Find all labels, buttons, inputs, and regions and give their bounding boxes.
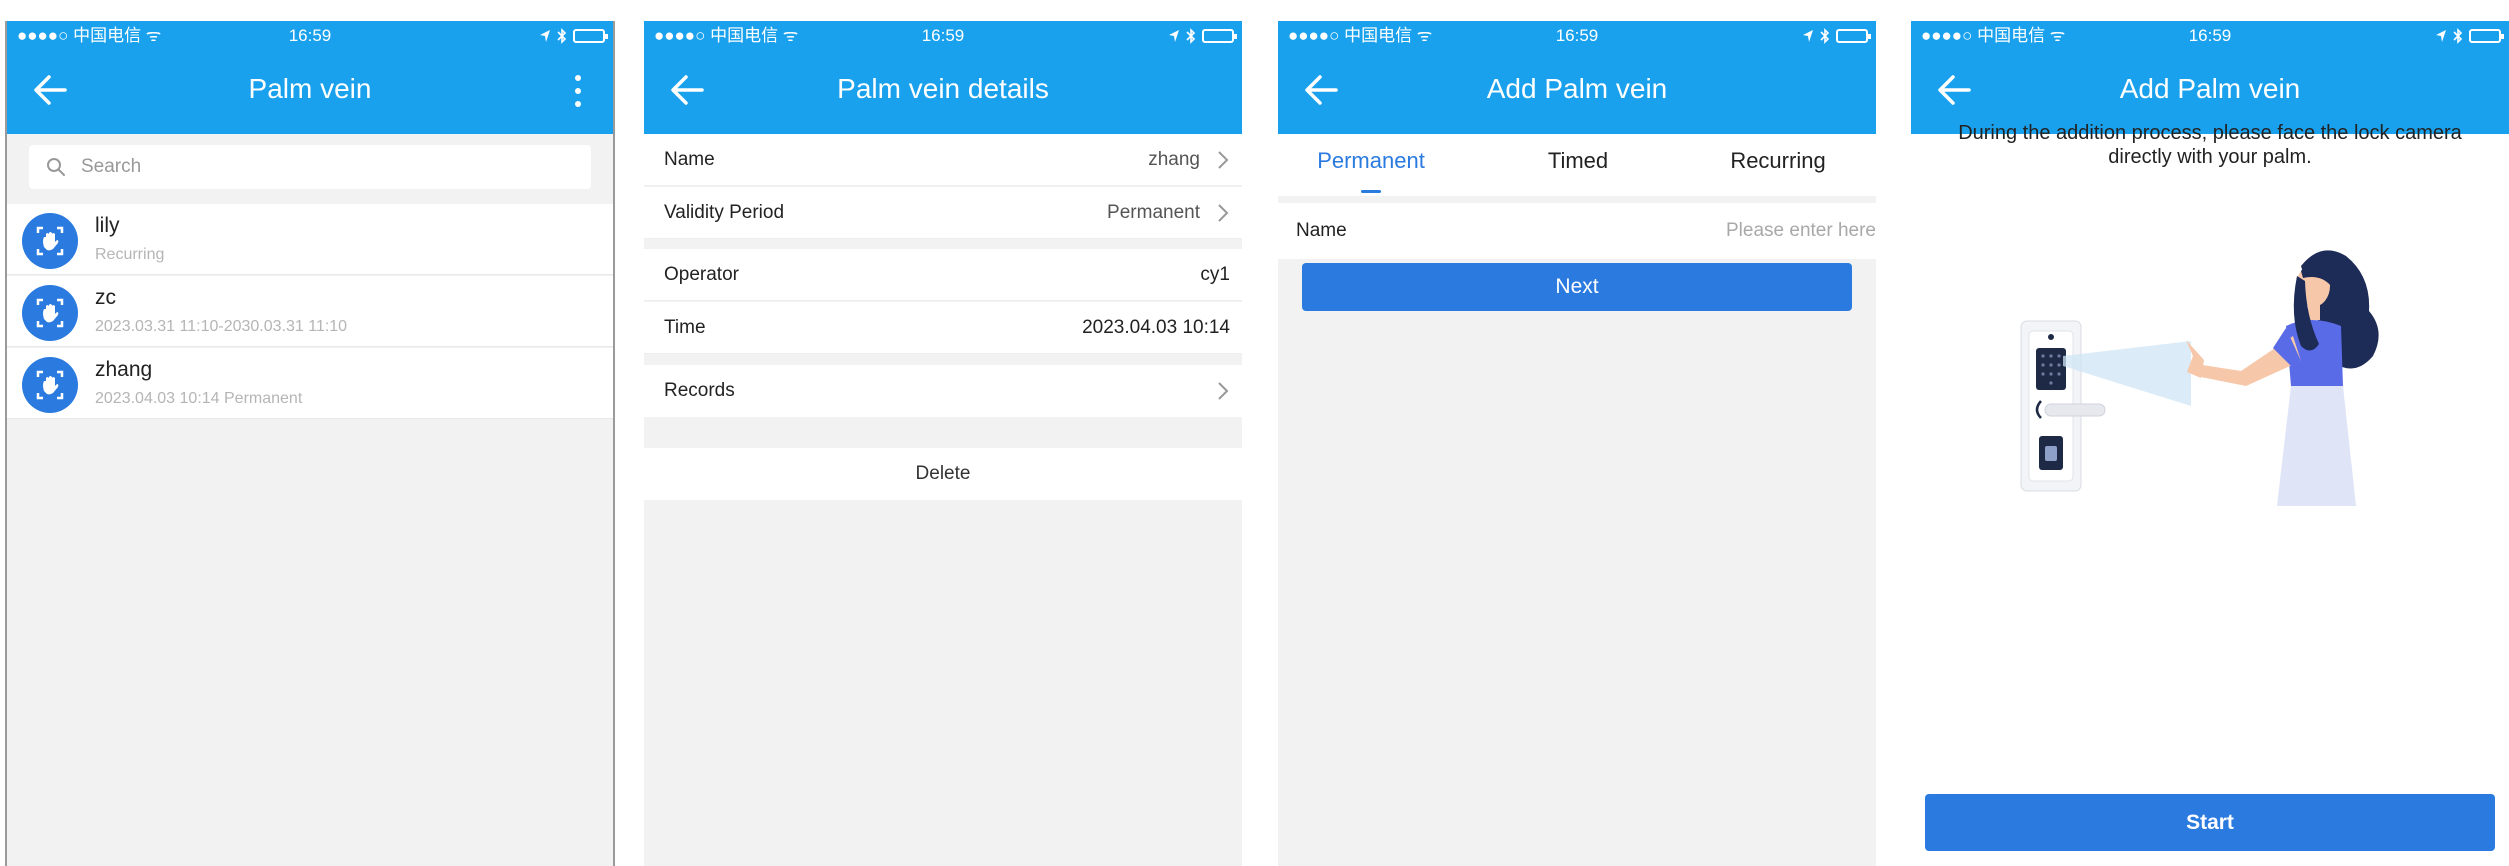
validity-tabs: Permanent Timed Recurring — [1278, 134, 1876, 196]
status-icons — [539, 21, 608, 50]
palm-scan-illustration — [2020, 250, 2379, 506]
nav-bar: Palm vein — [7, 50, 613, 134]
page-title: Add Palm vein — [2119, 73, 2301, 104]
name-label: Name — [1296, 220, 1347, 241]
tab-permanent[interactable]: Permanent — [1296, 134, 1446, 196]
page-title: Palm vein — [248, 73, 372, 104]
detail-row-time: Time 2023.04.03 10:14 — [644, 302, 1242, 354]
detail-row-records[interactable]: Records — [644, 365, 1242, 417]
battery-icon — [573, 28, 608, 43]
status-time: 16:59 — [2188, 26, 2232, 45]
battery-icon — [1836, 28, 1871, 43]
chevron-right-icon — [1218, 151, 1229, 169]
battery-icon — [1202, 28, 1237, 43]
bluetooth-icon — [1186, 27, 1196, 44]
location-icon — [1803, 29, 1813, 42]
chevron-right-icon — [1218, 204, 1229, 222]
palm-icon — [22, 357, 78, 413]
instruction-text: During the addition process, please face… — [1958, 122, 2462, 168]
row-value: zhang — [1148, 149, 1200, 170]
location-icon — [540, 29, 550, 42]
page-title: Palm vein details — [837, 73, 1049, 104]
list-item[interactable]: lily Recurring — [7, 204, 613, 275]
item-subtitle: 2023.04.03 10:14 Permanent — [95, 390, 303, 407]
list-item[interactable]: zhang 2023.04.03 10:14 Permanent — [7, 348, 613, 419]
tab-recurring[interactable]: Recurring — [1683, 134, 1873, 196]
name-row: Name — [1278, 203, 1876, 259]
status-bar: ●●●●○ 中国电信 ᯤ 16:59 — [1911, 21, 2509, 50]
battery-icon — [2469, 28, 2504, 43]
item-name: lily — [95, 214, 120, 237]
palm-vein-details-screen: ●●●●○ 中国电信 ᯤ 16:59 Palm vein details Nam… — [644, 21, 1242, 866]
nav-bar: Add Palm vein — [1278, 50, 1876, 134]
row-value: cy1 — [1200, 264, 1230, 285]
add-palm-vein-form-screen: ●●●●○ 中国电信 ᯤ 16:59 Add Palm vein Permane… — [1278, 21, 1876, 866]
search-input[interactable]: Search — [29, 145, 591, 189]
more-vertical-icon[interactable] — [573, 72, 583, 112]
add-palm-vein-start-screen: ●●●●○ 中国电信 ᯤ 16:59 Add Palm vein During … — [1911, 21, 2509, 866]
bluetooth-icon — [2453, 27, 2463, 44]
search-placeholder: Search — [81, 156, 142, 177]
row-label: Operator — [664, 264, 739, 285]
row-value: 2023.04.03 10:14 — [1082, 317, 1230, 338]
location-icon — [1169, 29, 1179, 42]
status-time: 16:59 — [1555, 26, 1599, 45]
row-label: Validity Period — [664, 202, 785, 223]
list-item[interactable]: zc 2023.03.31 11:10-2030.03.31 11:10 — [7, 276, 613, 347]
next-button[interactable]: Next — [1302, 263, 1852, 311]
status-bar: ●●●●○ 中国电信 ᯤ 16:59 — [7, 21, 613, 50]
item-name: zhang — [95, 358, 153, 381]
status-time: 16:59 — [288, 26, 332, 45]
status-time: 16:59 — [921, 26, 965, 45]
row-label: Records — [664, 380, 735, 401]
status-icons — [2435, 21, 2504, 50]
active-tab-indicator — [1361, 190, 1381, 193]
item-subtitle: Recurring — [95, 246, 165, 263]
search-icon — [47, 158, 65, 176]
page-title: Add Palm vein — [1486, 73, 1668, 104]
detail-row-name[interactable]: Name zhang — [644, 134, 1242, 186]
name-input[interactable] — [1516, 203, 1876, 259]
location-icon — [2436, 29, 2446, 42]
item-subtitle: 2023.03.31 11:10-2030.03.31 11:10 — [95, 318, 348, 335]
bluetooth-icon — [557, 27, 567, 44]
palm-icon — [22, 213, 78, 269]
delete-button[interactable]: Delete — [644, 448, 1242, 500]
chevron-right-icon — [1218, 382, 1229, 400]
status-bar: ●●●●○ 中国电信 ᯤ 16:59 — [644, 21, 1242, 50]
palm-icon — [22, 285, 78, 341]
start-button[interactable]: Start — [1925, 794, 2495, 851]
status-bar: ●●●●○ 中国电信 ᯤ 16:59 — [1278, 21, 1876, 50]
row-label: Time — [664, 317, 706, 338]
status-icons — [1168, 21, 1237, 50]
row-label: Name — [664, 149, 715, 170]
detail-row-operator: Operator cy1 — [644, 249, 1242, 301]
row-value: Permanent — [1107, 202, 1200, 223]
bluetooth-icon — [1820, 27, 1830, 44]
tab-timed[interactable]: Timed — [1503, 134, 1653, 196]
search-area: Search — [7, 134, 613, 204]
item-name: zc — [95, 286, 116, 309]
status-icons — [1802, 21, 1871, 50]
nav-bar: Palm vein details — [644, 50, 1242, 134]
palm-vein-list-screen: ●●●●○ 中国电信 ᯤ 16:59 Palm vein Search lily… — [5, 21, 615, 866]
detail-row-validity[interactable]: Validity Period Permanent — [644, 187, 1242, 239]
